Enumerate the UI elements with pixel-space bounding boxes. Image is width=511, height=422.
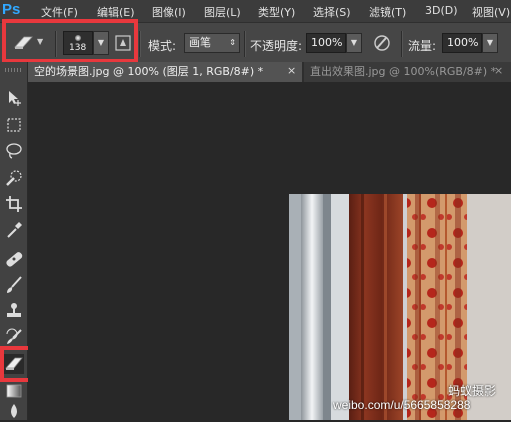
tab-document-active[interactable]: 空的场景图.jpg @ 100% (图层 1, RGB/8#) * [28,62,302,82]
document-tab-bar: 空的场景图.jpg @ 100% (图层 1, RGB/8#) * 直出效果图.… [28,62,511,82]
history-brush-tool[interactable] [4,327,24,347]
chevron-down-icon[interactable]: ▼ [37,37,43,46]
panel-grip[interactable] [5,68,23,72]
clone-stamp-tool[interactable] [4,301,24,321]
menu-view[interactable]: 视图(V) [472,4,510,20]
tab-label: 空的场景图.jpg @ 100% (图层 1, RGB/8#) * [34,65,264,78]
stamp-icon [7,303,21,317]
options-bar: ▼ 138 ▼ 模式: 画笔 ⇕ 不透明度: 100% ▼ 流量: 100% ▼ [0,19,511,63]
marquee-tool[interactable] [4,115,24,135]
menu-file[interactable]: 文件(F) [41,4,78,20]
mode-label: 模式: [148,39,177,53]
eraser-icon [14,36,33,49]
watermark-author: 蚂蚁摄影 [448,384,497,398]
tab-document-inactive[interactable]: 直出效果图.jpg @ 100%(RGB/8#) * [304,62,511,82]
blur-tool[interactable] [4,402,24,422]
watermark-url: weibo.com/u/5665858288 [333,398,471,412]
brush-panel-toggle[interactable] [114,33,132,53]
history-brush-icon [6,328,22,344]
updown-arrows-icon: ⇕ [229,38,236,47]
brush-dropdown-button[interactable]: ▼ [93,31,109,55]
tools-panel [0,62,40,422]
mode-select[interactable]: 画笔 ⇕ [184,33,240,53]
flow-dropdown-button[interactable]: ▼ [482,33,498,53]
menu-layer[interactable]: 图层(L) [204,4,241,20]
divider [401,31,403,57]
eyedropper-icon [7,222,22,238]
rectangle-marquee-icon [7,118,21,132]
tab-close-icon[interactable]: × [494,64,503,77]
quick-selection-tool[interactable] [4,168,24,188]
brush-tool[interactable] [4,275,24,295]
flow-input[interactable]: 100% [442,33,482,53]
divider [55,31,57,57]
eraser-icon [5,357,23,370]
menu-filter[interactable]: 滤镜(T) [369,4,406,20]
brush-panel-icon [115,35,131,51]
pressure-opacity-toggle[interactable] [372,33,392,53]
menu-3d[interactable]: 3D(D) [425,4,458,17]
tab-close-icon[interactable]: × [287,64,296,77]
crop-tool[interactable] [4,194,24,214]
divider [244,31,246,57]
tab-label: 直出效果图.jpg @ 100%(RGB/8#) * [310,65,497,78]
photoshop-logo: Ps [2,1,21,18]
water-drop-icon [11,404,17,418]
divider [139,31,141,57]
opacity-input[interactable]: 100% [306,33,346,53]
pressure-icon [374,35,390,51]
brush-size: 138 [69,43,87,53]
quick-selection-icon [6,170,22,186]
brush-icon [7,276,22,293]
menu-select[interactable]: 选择(S) [313,4,351,20]
eyedropper-tool[interactable] [4,220,24,240]
brush-preset-picker[interactable]: 138 [63,31,93,55]
menu-image[interactable]: 图像(I) [152,4,186,20]
opacity-label: 不透明度: [250,39,303,53]
menu-edit[interactable]: 编辑(E) [97,4,135,20]
brush-tip-icon [75,35,81,41]
lasso-tool[interactable] [4,141,24,161]
flow-label: 流量: [408,39,437,53]
lasso-icon [6,143,22,159]
healing-brush-tool[interactable] [4,249,24,269]
move-tool[interactable] [4,88,24,108]
menu-type[interactable]: 类型(Y) [258,4,295,20]
opacity-dropdown-button[interactable]: ▼ [346,33,362,53]
tool-preset-picker[interactable] [12,33,34,53]
bandage-icon [6,252,23,267]
mode-value: 画笔 [189,36,211,49]
eraser-tool[interactable] [4,354,24,374]
gradient-tool[interactable] [4,381,24,401]
crop-icon [6,196,22,212]
gradient-icon [6,384,22,398]
move-icon [9,91,21,106]
